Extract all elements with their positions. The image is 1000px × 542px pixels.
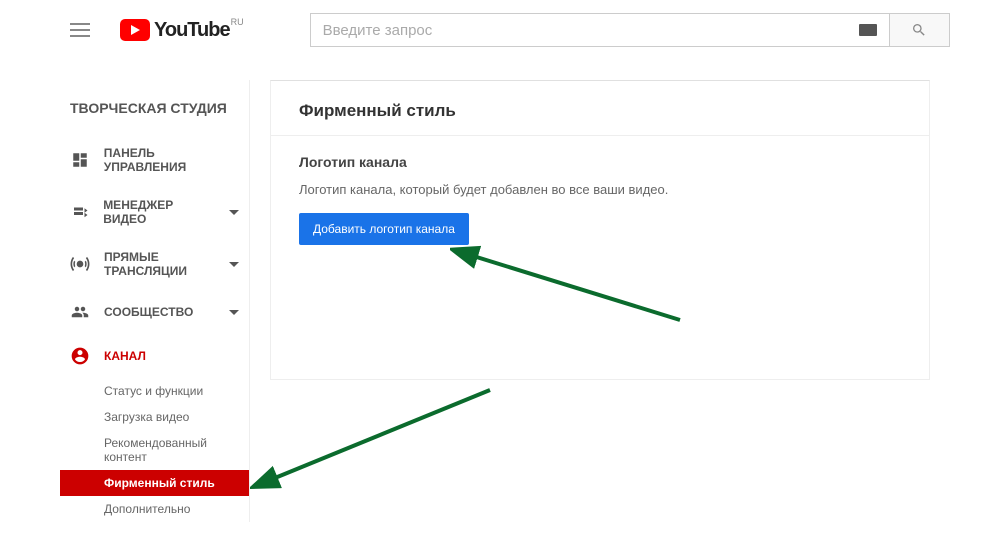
main-panel: Фирменный стиль Логотип канала Логотип к… [270,80,930,380]
logo-text: YouTube [154,19,230,42]
sidebar-item-label: ПАНЕЛЬ УПРАВЛЕНИЯ [104,146,239,174]
sidebar-item-live[interactable]: ПРЯМЫЕ ТРАНСЛЯЦИИ [60,238,249,290]
subitem-status[interactable]: Статус и функции [104,378,249,404]
subitem-recommended[interactable]: Рекомендованный контент [104,430,249,470]
dashboard-icon [70,150,90,170]
sidebar: ТВОРЧЕСКАЯ СТУДИЯ ПАНЕЛЬ УПРАВЛЕНИЯ МЕНЕ… [60,80,250,522]
search-icon [911,22,927,38]
user-circle-icon [70,346,90,366]
sidebar-title: ТВОРЧЕСКАЯ СТУДИЯ [60,90,249,134]
live-broadcast-icon [70,254,90,274]
youtube-logo[interactable]: YouTube RU [120,19,230,42]
content-layout: ТВОРЧЕСКАЯ СТУДИЯ ПАНЕЛЬ УПРАВЛЕНИЯ МЕНЕ… [0,60,1000,522]
keyboard-icon[interactable] [859,24,877,36]
community-icon [70,302,90,322]
subitem-upload[interactable]: Загрузка видео [104,404,249,430]
subitem-branding[interactable]: Фирменный стиль [60,470,249,496]
sidebar-item-label: СООБЩЕСТВО [104,305,193,319]
section-heading: Логотип канала [299,154,901,170]
subitem-additional[interactable]: Дополнительно [104,496,249,522]
video-manager-icon [70,202,89,222]
sidebar-item-label: ПРЯМЫЕ ТРАНСЛЯЦИИ [104,250,215,278]
sidebar-item-label: МЕНЕДЖЕР ВИДЕО [103,198,215,226]
chevron-down-icon [229,262,239,267]
section-description: Логотип канала, который будет добавлен в… [299,182,901,197]
main-header: Фирменный стиль [271,81,929,136]
sidebar-item-video-manager[interactable]: МЕНЕДЖЕР ВИДЕО [60,186,249,238]
main-body: Логотип канала Логотип канала, который б… [271,136,929,263]
top-header: YouTube RU Введите запрос [0,0,1000,60]
sidebar-item-dashboard[interactable]: ПАНЕЛЬ УПРАВЛЕНИЯ [60,134,249,186]
page-title: Фирменный стиль [299,101,901,121]
add-channel-logo-button[interactable]: Добавить логотип канала [299,213,469,245]
search-input[interactable]: Введите запрос [310,13,890,47]
sidebar-item-channel[interactable]: КАНАЛ [60,334,249,378]
sidebar-item-community[interactable]: СООБЩЕСТВО [60,290,249,334]
chevron-down-icon [229,310,239,315]
channel-subitems: Статус и функции Загрузка видео Рекоменд… [60,378,249,522]
chevron-down-icon [229,210,239,215]
youtube-play-icon [120,19,150,41]
search-bar: Введите запрос [310,13,950,47]
search-placeholder: Введите запрос [323,22,433,39]
hamburger-menu-icon[interactable] [70,23,90,37]
search-button[interactable] [890,13,950,47]
logo-region: RU [231,17,244,27]
sidebar-item-label: КАНАЛ [104,349,146,363]
